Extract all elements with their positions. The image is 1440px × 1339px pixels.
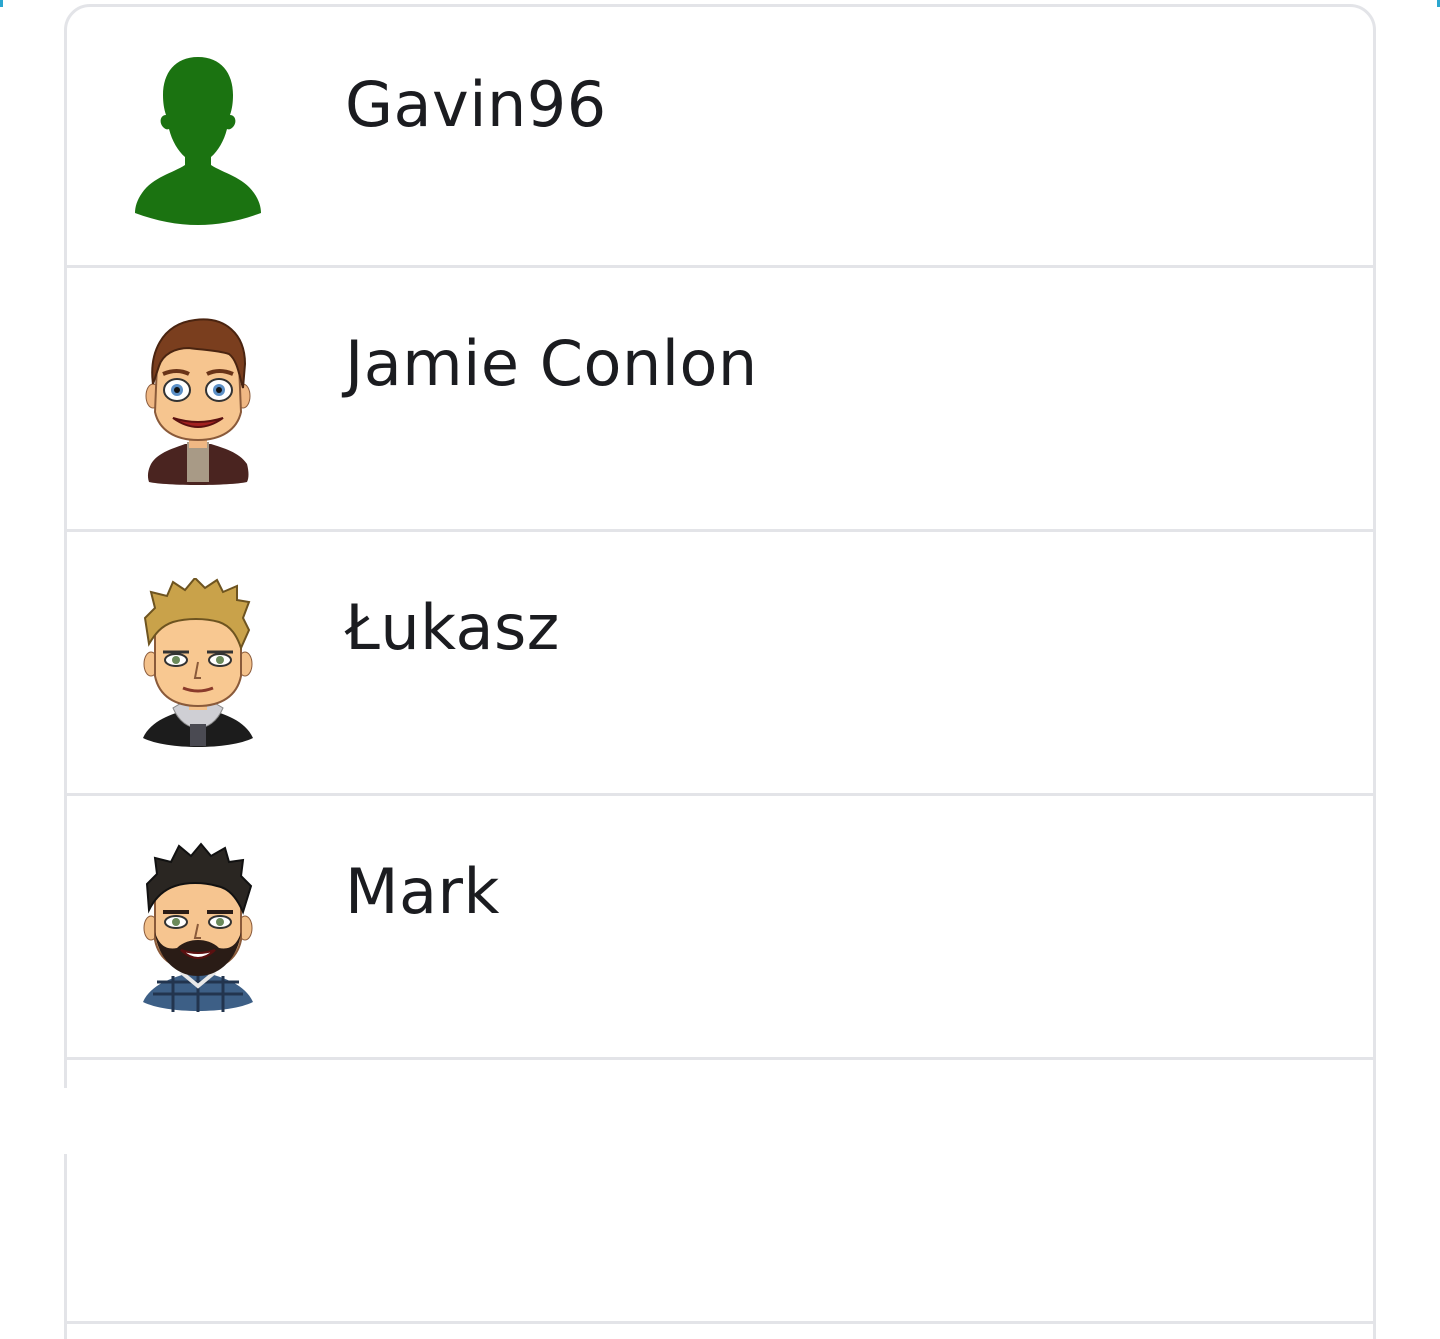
border-gap bbox=[60, 1088, 70, 1154]
list-item-jamie-conlon[interactable]: Jamie Conlon bbox=[67, 268, 1373, 532]
list-item-gavin96[interactable]: Gavin96 bbox=[67, 7, 1373, 268]
friend-name: Łukasz bbox=[345, 591, 560, 664]
friend-name: Gavin96 bbox=[345, 68, 607, 141]
friend-name: Mark bbox=[345, 855, 500, 928]
default-avatar-icon bbox=[133, 53, 263, 225]
friends-list-screen: Gavin96 Jamie Conlon Łukasz Mark bbox=[0, 0, 1440, 1339]
list-item-empty bbox=[67, 1060, 1373, 1324]
bitmoji-avatar-icon bbox=[133, 314, 263, 486]
friend-name: Jamie Conlon bbox=[345, 327, 758, 400]
edge-accent bbox=[0, 0, 3, 7]
bitmoji-avatar-icon bbox=[133, 842, 263, 1014]
friends-list: Gavin96 Jamie Conlon Łukasz Mark bbox=[64, 4, 1376, 1339]
list-item-mark[interactable]: Mark bbox=[67, 796, 1373, 1060]
list-item-lukasz[interactable]: Łukasz bbox=[67, 532, 1373, 796]
bitmoji-avatar-icon bbox=[133, 578, 263, 750]
